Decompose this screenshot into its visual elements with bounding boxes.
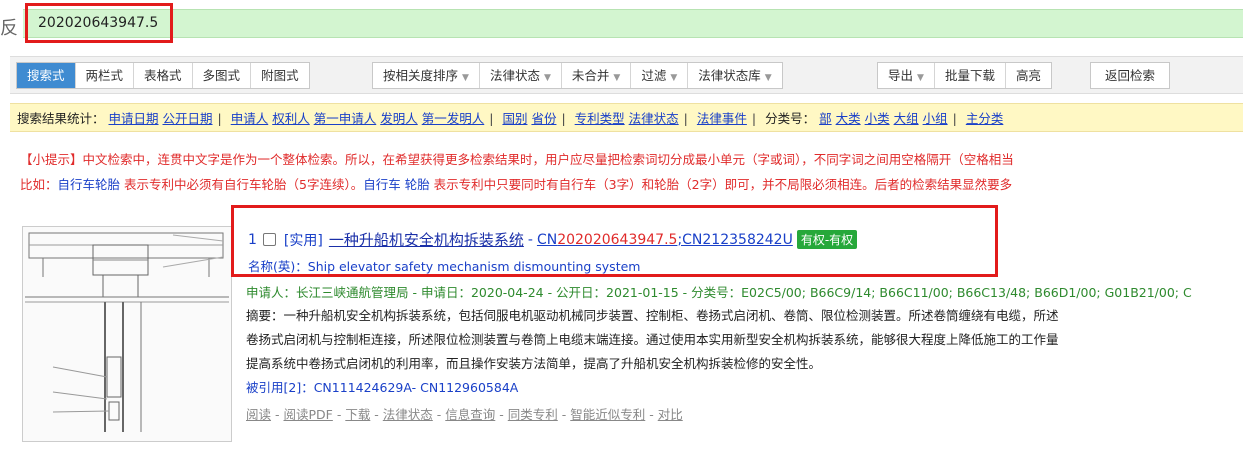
result-actions: 阅读 - 阅读PDF - 下载 - 法律状态 - 信息查询 - 同类专利 - 智… <box>246 407 683 422</box>
action-download-link[interactable]: 下载 <box>345 407 370 422</box>
chevron-down-icon: ▼ <box>462 73 469 83</box>
patent-meta: 申请人：长江三峡通航管理局 - 申请日：2020-04-24 - 公开日：202… <box>246 285 1192 300</box>
stats-link[interactable]: 小类 <box>865 111 890 126</box>
chevron-down-icon: ▼ <box>613 73 621 83</box>
stats-link[interactable]: 法律状态 <box>629 111 679 126</box>
stats-link[interactable]: 申请人 <box>231 111 269 126</box>
back-group: 返回检索 <box>1090 62 1171 89</box>
merge-dropdown[interactable]: 未合并 ▼ <box>561 63 632 88</box>
export-dropdown[interactable]: 导出 ▼ <box>878 63 935 88</box>
filter-dropdown[interactable]: 过滤 ▼ <box>631 63 689 88</box>
stats-label: 搜索结果统计： <box>17 111 105 126</box>
sort-filter-group: 按相关度排序 ▼ 法律状态 ▼ 未合并 ▼ 过滤 ▼ 法律状态库 ▼ <box>372 62 783 89</box>
view-table-button[interactable]: 表格式 <box>134 63 193 88</box>
stats-link[interactable]: 第一申请人 <box>314 111 377 126</box>
legal-status-badge: 有权-有权 <box>796 230 858 249</box>
stats-link[interactable]: 专利类型 <box>575 111 625 126</box>
view-attachment-button[interactable]: 附图式 <box>251 63 309 88</box>
stats-link[interactable]: 申请日期 <box>109 111 159 126</box>
export-group: 导出 ▼ 批量下载 高亮 <box>877 62 1052 89</box>
view-search-button[interactable]: 搜索式 <box>17 63 76 88</box>
highlight-button[interactable]: 高亮 <box>1005 63 1051 88</box>
batch-download-button[interactable]: 批量下载 <box>934 63 1006 88</box>
divider: | <box>217 111 222 126</box>
divider: | <box>952 111 957 126</box>
chevron-down-icon: ▼ <box>670 73 678 83</box>
title-separator: - <box>527 231 533 248</box>
select-checkbox[interactable] <box>262 233 276 246</box>
view-mode-group: 搜索式 两栏式 表格式 多图式 附图式 <box>16 62 310 89</box>
cited-by[interactable]: 被引用[2]：CN111424629A- CN112960584A <box>246 377 518 396</box>
divider: | <box>683 111 688 126</box>
chevron-down-icon: ▼ <box>764 73 772 83</box>
stats-link[interactable]: 小组 <box>923 111 948 126</box>
patent-title-link[interactable]: 一种升船机安全机构拆装系统 <box>329 229 524 250</box>
divider: | <box>751 111 757 126</box>
divider: | <box>561 111 566 126</box>
stats-link[interactable]: 主分类 <box>966 111 1004 126</box>
action-info-query-link[interactable]: 信息查询 <box>445 407 495 422</box>
action-read-link[interactable]: 阅读 <box>246 407 271 422</box>
abstract-line: 卷扬式启闭机与控制柜连接，所述限位检测装置与卷筒上电缆末端连接。通过使用本实用新… <box>246 332 1059 347</box>
stats-link[interactable]: 公开日期 <box>163 111 213 126</box>
chevron-down-icon: ▼ <box>917 73 924 83</box>
action-read-pdf-link[interactable]: 阅读PDF <box>283 407 332 422</box>
divider: | <box>489 111 494 126</box>
result-title-line: 1 [实用] 一种升船机安全机构拆装系统 - CN202020643947.5;… <box>248 229 858 250</box>
search-bar <box>23 9 1243 38</box>
action-compare-link[interactable]: 对比 <box>658 407 683 422</box>
result-toolbar: 搜索式 两栏式 表格式 多图式 附图式 按相关度排序 ▼ 法律状态 ▼ 未合并 ▼ 过… <box>10 56 1243 94</box>
back-to-search-button[interactable]: 返回检索 <box>1091 63 1170 88</box>
view-multi-image-button[interactable]: 多图式 <box>192 63 252 88</box>
sort-dropdown[interactable]: 按相关度排序 ▼ <box>373 63 480 88</box>
stats-link[interactable]: 权利人 <box>272 111 310 126</box>
publication-number-link[interactable]: CN202020643947.5;CN212358242U <box>537 232 793 248</box>
english-title: 名称(英)：Ship elevator safety mechanism dis… <box>248 259 641 274</box>
legal-status-db-dropdown[interactable]: 法律状态库 ▼ <box>688 63 782 88</box>
search-tip-line2: 比如：自行车轮胎 表示专利中必须有自行车轮胎（5字连续）。自行车 轮胎 表示专利… <box>20 177 1013 192</box>
abstract-line: 提高系统中卷扬式启闭机的利用率，而且操作安装方法简单，提高了升船机安全机构拆装检… <box>246 356 822 371</box>
stats-link[interactable]: 法律事件 <box>697 111 747 126</box>
action-smart-similar-link[interactable]: 智能近似专利 <box>570 407 645 422</box>
action-similar-patents-link[interactable]: 同类专利 <box>508 407 558 422</box>
result-stats-bar: 搜索结果统计： 申请日期 公开日期 | 申请人 权利人 第一申请人 发明人 第一发… <box>10 103 1243 132</box>
stats-link[interactable]: 第一发明人 <box>422 111 485 126</box>
search-input[interactable]: 202020643947.5 <box>25 3 173 43</box>
stats-link[interactable]: 部 <box>819 111 832 126</box>
stats-link[interactable]: 发明人 <box>380 111 418 126</box>
stats-link[interactable]: 省份 <box>531 111 556 126</box>
stats-link[interactable]: 大组 <box>894 111 919 126</box>
view-two-column-button[interactable]: 两栏式 <box>75 63 135 88</box>
abstract-line: 摘要：一种升船机安全机构拆装系统，包括伺服电机驱动机械同步装置、控制柜、卷扬式启… <box>246 308 1059 323</box>
stats-link[interactable]: 国别 <box>502 111 527 126</box>
legal-status-dropdown[interactable]: 法律状态 ▼ <box>479 63 562 88</box>
stats-link[interactable]: 大类 <box>836 111 861 126</box>
patent-drawing-image <box>25 232 229 432</box>
classification-label: 分类号： <box>765 111 816 126</box>
action-legal-status-link[interactable]: 法律状态 <box>383 407 433 422</box>
page-edge-char: 反 <box>0 18 18 39</box>
patent-type-label: [实用] <box>283 232 323 249</box>
result-number: 1 <box>248 231 257 248</box>
chevron-down-icon: ▼ <box>543 73 551 83</box>
patent-drawing-thumbnail[interactable] <box>22 226 232 442</box>
search-tip-line1: 【小提示】中文检索中，连贯中文字是作为一个整体检索。所以，在希望获得更多检索结果… <box>20 152 1014 167</box>
